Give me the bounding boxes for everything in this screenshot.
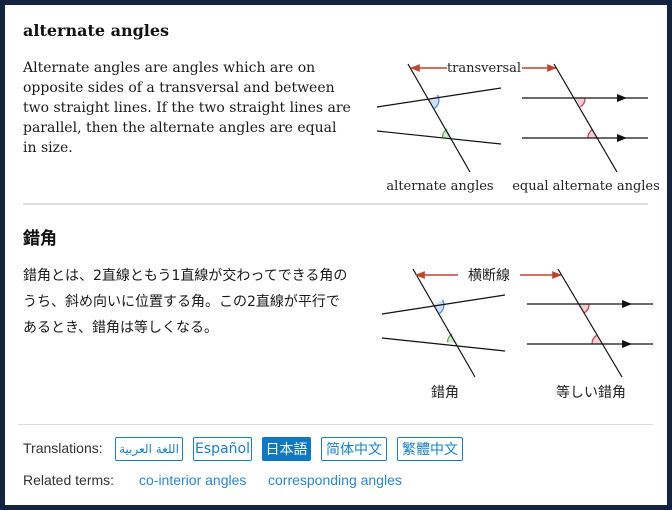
parallel-arrowhead (617, 134, 627, 142)
angle-pink (578, 304, 590, 313)
caption-right: equal alternate angles (512, 179, 660, 194)
caption-left: 錯角 (431, 385, 459, 401)
term-definition: Alternate angles are angles which are on… (23, 60, 351, 156)
translation-japanese[interactable]: 日本語 (262, 437, 311, 461)
angle-pink (591, 335, 603, 344)
transversal-line (553, 63, 618, 173)
transversal-line (412, 268, 476, 378)
transversal-line (557, 268, 623, 378)
related-term-link[interactable]: co-interior angles (139, 472, 246, 488)
term-title-ja: 錯角 (23, 229, 57, 249)
translations-label: Translations: (23, 440, 103, 456)
glossary-card: alternate angles Alternate angles are an… (5, 5, 667, 505)
straight-line (376, 130, 502, 145)
section-divider (23, 203, 648, 205)
footer-divider (18, 424, 653, 425)
caption-left: alternate angles (386, 179, 493, 194)
parallel-arrowhead (622, 300, 632, 308)
translation-simplified-chinese[interactable]: 简体中文 (321, 437, 387, 461)
translation-spanish[interactable]: Español (193, 437, 252, 461)
straight-line (381, 294, 506, 315)
parallel-arrowhead (622, 340, 632, 348)
transversal-label: 横断線 (468, 268, 510, 284)
transversal-line (407, 63, 471, 173)
transversal-label: transversal (447, 61, 521, 76)
related-term-link[interactable]: corresponding angles (268, 472, 402, 488)
term-title: alternate angles (23, 21, 170, 40)
parallel-arrowhead (617, 94, 627, 102)
straight-line (376, 87, 502, 108)
term-definition-ja: 錯角とは、2直線ともう1直線が交わってできる角のうち、斜め向いに位置する角。この… (23, 268, 348, 336)
translation-traditional-chinese[interactable]: 繁體中文 (397, 437, 463, 461)
straight-line (381, 337, 506, 352)
translation-arabic[interactable]: اللغة العربية (115, 437, 183, 461)
diagram-japanese: 横断線 錯角 等しい錯角 (381, 268, 653, 401)
caption-right: 等しい錯角 (556, 384, 626, 401)
diagram-english: transversal alternate angles equal alter… (376, 61, 660, 194)
related-terms-label: Related terms: (23, 472, 115, 488)
